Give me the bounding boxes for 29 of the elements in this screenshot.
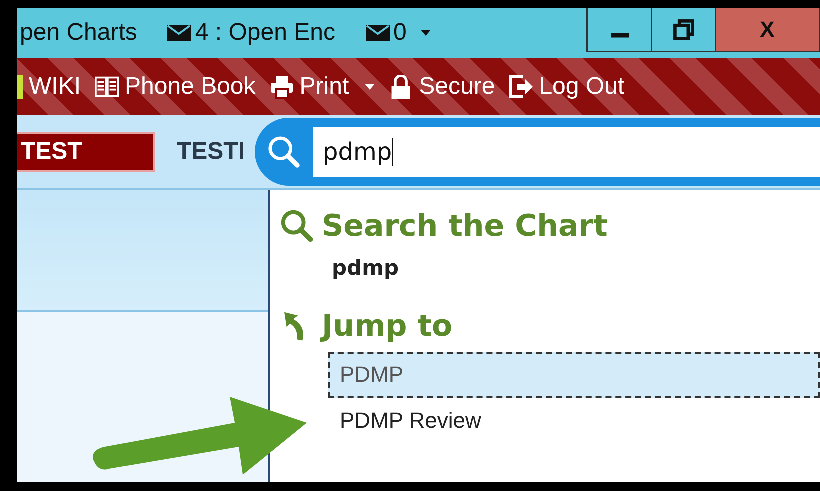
section-heading: Jump to (322, 308, 453, 344)
patient-tab[interactable]: TESTI (167, 134, 256, 170)
result-item[interactable]: pdmp (280, 252, 820, 284)
restore-icon (672, 18, 694, 40)
search-icon (280, 209, 314, 243)
close-button[interactable]: X (715, 8, 819, 51)
window-title: pen Charts (20, 19, 138, 47)
result-item[interactable]: PDMP Review (328, 398, 820, 444)
book-button[interactable]: Phone Book (95, 72, 256, 100)
print-button[interactable]: Print (270, 72, 376, 100)
logout-button[interactable]: Log Out (509, 72, 625, 100)
caret-icon (420, 30, 431, 36)
envelope-icon (366, 25, 390, 41)
minimize-icon (610, 33, 628, 38)
wiki-button[interactable]: WIKI (17, 72, 81, 100)
patient-tab[interactable]: TEST (17, 132, 155, 172)
envelope-icon (167, 25, 192, 41)
exit-icon (509, 74, 534, 98)
lock-button[interactable]: Secure (389, 72, 496, 100)
messages-button[interactable]: 0 (366, 19, 431, 47)
section-heading: Search the Chart (322, 208, 608, 244)
search-icon (267, 134, 302, 168)
printer-icon (270, 74, 294, 98)
messages-button[interactable]: 4 : Open Enc (167, 19, 336, 47)
search-field[interactable]: pdmp (313, 126, 820, 176)
book-icon (95, 74, 119, 98)
tab-icon (17, 74, 23, 98)
caret-icon (365, 84, 376, 90)
result-item[interactable]: PDMP (328, 352, 820, 398)
